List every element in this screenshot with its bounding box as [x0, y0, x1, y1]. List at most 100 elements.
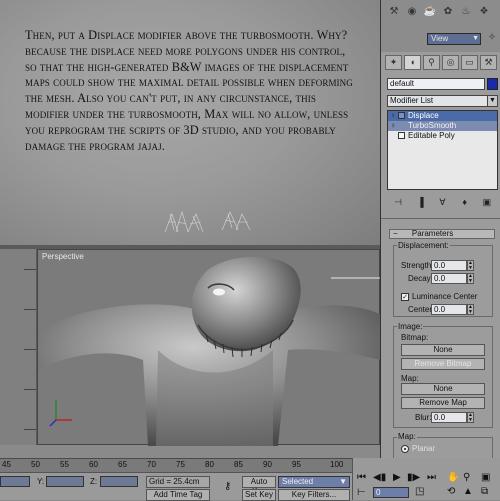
- chevron-down-icon: ▼: [472, 35, 479, 42]
- next-frame-icon[interactable]: ▮▶: [407, 472, 420, 483]
- modifier-list-dropdown[interactable]: Modifier List ▼: [387, 95, 498, 107]
- object-name-field[interactable]: default: [387, 78, 485, 90]
- previous-frame-icon[interactable]: ◀▮: [373, 472, 386, 483]
- key-mode-dropdown[interactable]: Selected ▼: [278, 476, 350, 488]
- lightbulb-icon[interactable]: ♀: [390, 111, 396, 121]
- field-of-view-icon[interactable]: ▲: [463, 486, 473, 497]
- maximize-viewport-icon[interactable]: ▣: [481, 472, 490, 483]
- render-icon[interactable]: ☕: [423, 6, 437, 17]
- timeline-tick: 60: [89, 460, 98, 469]
- time-config-icon[interactable]: ◳: [415, 486, 424, 497]
- timeline-tick: 70: [147, 460, 156, 469]
- current-frame-field[interactable]: 0: [373, 487, 409, 498]
- y-label: Y:: [37, 477, 45, 486]
- timeline-tick: 80: [205, 460, 214, 469]
- key-icon[interactable]: ⚷: [224, 481, 231, 492]
- map-label: Map:: [401, 374, 419, 383]
- timeline-tick: 85: [234, 460, 243, 469]
- show-end-result-icon[interactable]: ▐: [413, 197, 427, 209]
- tab-hierarchy[interactable]: ⚲: [423, 55, 440, 70]
- go-to-end-icon[interactable]: ⏭: [427, 472, 436, 483]
- luminance-center-label: Luminance Center: [412, 292, 478, 301]
- render-setup-icon[interactable]: ⚒: [387, 6, 401, 17]
- decay-label: Decay:: [408, 274, 433, 283]
- lightbulb-icon[interactable]: ♀: [390, 121, 396, 131]
- configure-modifier-sets-icon[interactable]: ▣: [480, 197, 494, 209]
- command-panel: ⚒ ◉ ☕ ✿ ♨ ❖ View ▼ ✧ ✦ ◖ ⚲ ◎ ▭ ⚒ default…: [380, 0, 500, 458]
- x-coordinate-field[interactable]: [0, 476, 30, 487]
- center-spinner[interactable]: 0.0: [431, 304, 467, 315]
- timeline-ruler[interactable]: 45 50 55 60 65 70 75 80 85 90 95 100: [0, 458, 352, 472]
- key-mode-icon[interactable]: ⊢: [357, 487, 366, 498]
- chevron-down-icon: ▼: [487, 96, 497, 106]
- spinner-arrows-icon[interactable]: ▲ ▼: [467, 260, 474, 271]
- strength-spinner[interactable]: 0.0: [431, 260, 467, 271]
- playback-controls: ⏮ ◀▮ ▶ ▮▶ ⏭ ✋ ⚲ ▣ ⊢ 0 ◳ ⟲ ▲ ⧉: [352, 458, 500, 500]
- tab-display[interactable]: ▭: [461, 55, 478, 70]
- rollout-title: Parameters: [411, 229, 454, 238]
- min-max-toggle-icon[interactable]: ⧉: [481, 486, 488, 497]
- z-coordinate-field[interactable]: [100, 476, 138, 487]
- spinner-arrows-icon[interactable]: ▲ ▼: [467, 304, 474, 315]
- timeline-tick: 65: [118, 460, 127, 469]
- teapot-icon[interactable]: ♨: [459, 6, 473, 17]
- blur-spinner[interactable]: 0.0: [431, 412, 467, 423]
- timeline-tick: 45: [2, 460, 11, 469]
- orbit-icon[interactable]: ⟲: [447, 486, 455, 497]
- dolly-icon[interactable]: ✧: [485, 32, 499, 43]
- object-color-swatch[interactable]: [487, 78, 498, 90]
- map-group-title: Map:: [397, 432, 417, 441]
- stack-expand-box[interactable]: [398, 132, 405, 139]
- axis-gizmo: [49, 400, 72, 427]
- luminance-center-checkbox[interactable]: ✓: [401, 293, 409, 301]
- remove-modifier-icon[interactable]: ♦: [458, 197, 472, 209]
- decay-spinner[interactable]: 0.0: [431, 273, 467, 284]
- add-time-tag-button[interactable]: Add Time Tag: [146, 489, 210, 501]
- chevron-down-icon: ▼: [339, 477, 347, 486]
- map-button[interactable]: None: [401, 383, 485, 395]
- left-viewport-strip[interactable]: [0, 249, 37, 445]
- tab-utilities[interactable]: ⚒: [480, 55, 497, 70]
- stack-expand-box[interactable]: [398, 112, 405, 119]
- material-editor-icon[interactable]: ◉: [405, 6, 419, 17]
- scene-icon[interactable]: ❖: [477, 6, 491, 17]
- tab-motion[interactable]: ◎: [442, 55, 459, 70]
- creature-mesh: [38, 256, 381, 446]
- stack-item-editable-poly[interactable]: Editable Poly: [388, 131, 497, 141]
- quick-render-icon[interactable]: ✿: [441, 6, 455, 17]
- play-icon[interactable]: ▶: [393, 472, 401, 483]
- stack-item-turbosmooth[interactable]: ♀ TurboSmooth: [388, 121, 497, 131]
- tab-create[interactable]: ✦: [385, 55, 402, 70]
- bitmap-button[interactable]: None: [401, 344, 485, 356]
- stack-item-displace[interactable]: ♀ Displace: [388, 111, 497, 121]
- divider: [381, 218, 500, 219]
- planar-label: Planar: [412, 444, 436, 453]
- timeline-tick: 55: [60, 460, 69, 469]
- remove-map-button[interactable]: Remove Map: [401, 397, 485, 409]
- remove-bitmap-button[interactable]: Remove Bitmap: [401, 358, 485, 370]
- set-key-button[interactable]: Set Key: [242, 489, 276, 501]
- bitmap-label: Bitmap:: [401, 333, 429, 342]
- parameters-rollout-header[interactable]: − Parameters: [389, 229, 495, 239]
- make-unique-icon[interactable]: ∀: [435, 197, 449, 209]
- key-filters-button[interactable]: Key Filters...: [278, 489, 350, 501]
- timeline-tick: 90: [263, 460, 272, 469]
- strength-label: Strength:: [401, 261, 434, 270]
- go-to-start-icon[interactable]: ⏮: [357, 472, 366, 483]
- pan-icon[interactable]: ✋: [447, 472, 459, 483]
- auto-key-button[interactable]: Auto Key: [242, 476, 276, 496]
- view-dropdown[interactable]: View ▼: [427, 33, 481, 45]
- y-coordinate-field[interactable]: [46, 476, 84, 487]
- tutorial-text: Then, put a Displace modifier above the …: [25, 28, 353, 153]
- perspective-viewport[interactable]: Perspective: [37, 249, 381, 446]
- spinner-arrows-icon[interactable]: ▲ ▼: [467, 412, 474, 423]
- stack-item-label: TurboSmooth: [408, 121, 457, 130]
- tab-modify[interactable]: ◖: [404, 55, 421, 70]
- timeline-tick: 100: [330, 460, 344, 469]
- spinner-arrows-icon[interactable]: ▲ ▼: [467, 273, 474, 284]
- view-dropdown-label: View: [431, 34, 449, 43]
- image-group-title: Image:: [397, 322, 424, 331]
- planar-radio[interactable]: [401, 445, 409, 453]
- zoom-icon[interactable]: ⚲: [463, 472, 470, 483]
- pin-stack-icon[interactable]: ⊣: [391, 197, 405, 209]
